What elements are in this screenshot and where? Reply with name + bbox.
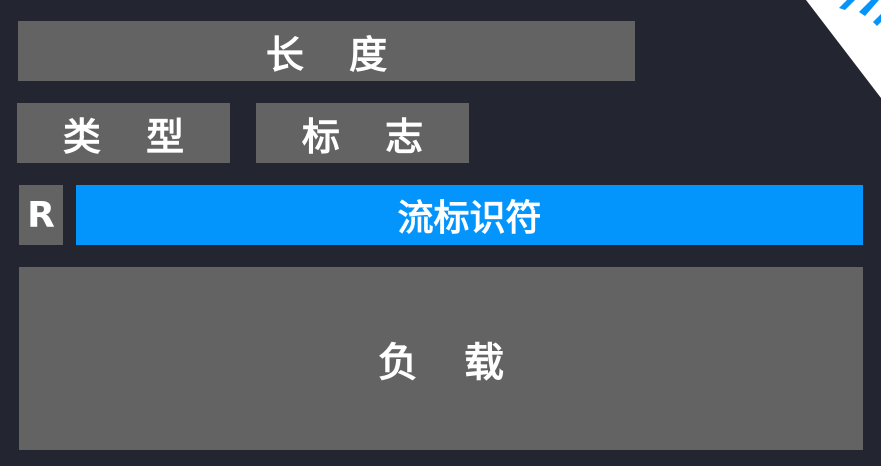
corner-white-triangle xyxy=(806,0,881,98)
corner-decoration xyxy=(806,0,881,98)
length-field: 长 度 xyxy=(18,21,635,81)
type-label: 类 型 xyxy=(62,114,201,159)
flag-label: 标 志 xyxy=(301,114,440,159)
type-field: 类 型 xyxy=(17,103,230,163)
reserved-bit-field: R xyxy=(19,185,63,245)
payload-field: 负 载 xyxy=(19,267,863,450)
flag-field: 标 志 xyxy=(256,103,469,163)
reserved-bit-label: R xyxy=(27,194,55,236)
flow-id-field: 流标识符 xyxy=(76,185,863,245)
flow-id-label: 流标识符 xyxy=(397,198,542,239)
length-label: 长 度 xyxy=(265,32,404,77)
payload-label: 负 载 xyxy=(378,339,520,386)
